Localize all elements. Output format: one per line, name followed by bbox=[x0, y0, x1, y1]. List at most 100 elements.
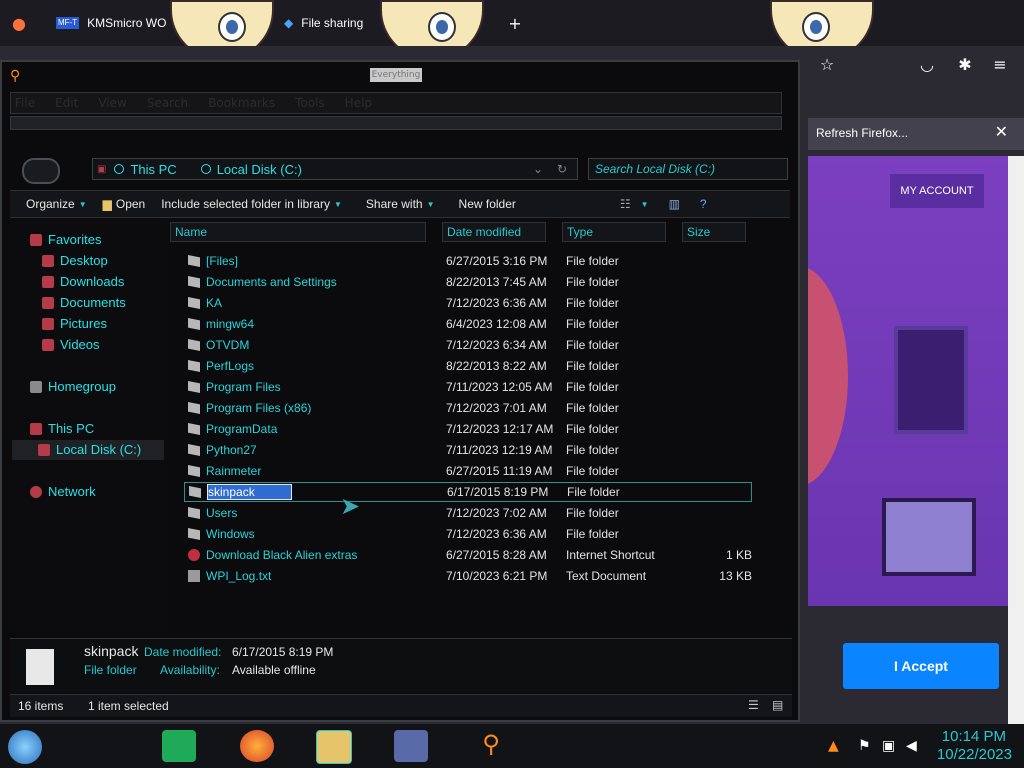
column-date-modified[interactable]: Date modified bbox=[442, 222, 546, 242]
drive-icon bbox=[38, 443, 50, 456]
help-icon[interactable]: ? bbox=[700, 197, 707, 211]
file-type: File folder bbox=[566, 275, 619, 289]
tray-app-icon[interactable]: ▲ bbox=[828, 738, 839, 754]
task-window-icon[interactable] bbox=[394, 730, 428, 762]
tab-label: File sharing bbox=[301, 16, 364, 30]
nav-desktop[interactable]: Desktop bbox=[42, 253, 108, 268]
my-account-button[interactable]: MY ACCOUNT bbox=[890, 174, 984, 208]
file-row[interactable]: Windows 7/12/2023 6:36 AM File folder bbox=[184, 524, 752, 544]
new-folder-button[interactable]: New folder bbox=[459, 197, 516, 211]
task-notes-icon[interactable] bbox=[162, 730, 196, 762]
nav-homegroup[interactable]: Homegroup bbox=[30, 379, 116, 394]
task-firefox-icon[interactable] bbox=[240, 730, 274, 762]
details-view-icon[interactable]: ☰ bbox=[748, 698, 759, 712]
file-date: 7/12/2023 7:02 AM bbox=[446, 506, 547, 520]
refresh-icon[interactable]: ↻ bbox=[557, 162, 567, 176]
details-date-value: 6/17/2015 8:19 PM bbox=[232, 645, 334, 659]
computer-icon: ▣ bbox=[97, 163, 107, 175]
file-row[interactable]: Rainmeter 6/27/2015 11:19 AM File folder bbox=[184, 461, 752, 481]
open-button[interactable]: ▆ Open bbox=[103, 197, 146, 211]
file-row[interactable]: Users 7/12/2023 7:02 AM File folder bbox=[184, 503, 752, 523]
chevron-down-icon[interactable]: ▼ bbox=[641, 200, 649, 209]
file-row[interactable]: mingw64 6/4/2023 12:08 AM File folder bbox=[184, 314, 752, 334]
file-row[interactable]: ProgramData 7/12/2023 12:17 AM File folder bbox=[184, 419, 752, 439]
extensions-icon[interactable]: ✱ bbox=[950, 49, 980, 79]
accept-button[interactable]: I Accept bbox=[843, 643, 999, 689]
file-row[interactable]: [Files] 6/27/2015 3:16 PM File folder bbox=[184, 251, 752, 271]
file-row[interactable]: Program Files 7/11/2023 12:05 AM File fold… bbox=[184, 377, 752, 397]
notification-text[interactable]: Refresh Firefox... bbox=[816, 126, 908, 140]
menu-view[interactable]: View bbox=[98, 96, 126, 110]
breadcrumb-this-pc[interactable]: This PC bbox=[130, 162, 176, 177]
start-button[interactable] bbox=[8, 730, 42, 764]
page-scrollbar[interactable] bbox=[1008, 156, 1024, 724]
file-row[interactable]: PerfLogs 8/22/2013 8:22 AM File folder bbox=[184, 356, 752, 376]
nav-label: This PC bbox=[48, 421, 95, 436]
preview-pane-icon[interactable]: ▥ bbox=[669, 197, 680, 211]
task-search-icon[interactable]: ⚲ bbox=[474, 730, 508, 762]
menu-help[interactable]: Help bbox=[345, 96, 372, 110]
file-type: File folder bbox=[566, 296, 619, 310]
new-tab-button[interactable]: + bbox=[500, 8, 530, 38]
volume-icon[interactable]: ◀ bbox=[906, 738, 917, 754]
include-library-button[interactable]: Include selected folder in library ▼ bbox=[161, 197, 342, 211]
close-icon[interactable]: ✕ bbox=[995, 122, 1008, 141]
rename-input[interactable]: skinpack bbox=[207, 484, 292, 500]
menu-file[interactable]: File bbox=[15, 96, 35, 110]
column-name[interactable]: Name bbox=[170, 222, 426, 242]
chevron-down-icon: ▼ bbox=[333, 199, 342, 209]
column-type[interactable]: Type bbox=[562, 222, 666, 242]
nav-local-disk[interactable]: Local Disk (C:) bbox=[38, 442, 141, 457]
everything-search-label[interactable]: Everything bbox=[370, 68, 422, 82]
tab-file-sharing[interactable]: ◆ File sharing bbox=[284, 8, 363, 38]
file-name: Documents and Settings bbox=[206, 275, 337, 289]
clock-time[interactable]: 10:14 PM bbox=[942, 728, 1006, 745]
view-options-icon[interactable]: ☷ bbox=[620, 197, 631, 211]
back-forward-button[interactable] bbox=[22, 158, 60, 184]
nav-network[interactable]: Network bbox=[30, 484, 96, 499]
nav-videos[interactable]: Videos bbox=[42, 337, 100, 352]
pocket-icon[interactable]: ◡ bbox=[912, 49, 942, 79]
clock-date[interactable]: 10/22/2023 bbox=[937, 746, 1012, 763]
nav-pictures[interactable]: Pictures bbox=[42, 316, 107, 331]
file-row[interactable]: Download Black Alien extras 6/27/2015 8:2… bbox=[184, 545, 752, 565]
task-explorer-icon[interactable] bbox=[316, 730, 352, 764]
nav-documents[interactable]: Documents bbox=[42, 295, 126, 310]
file-row[interactable]: WPI_Log.txt 7/10/2023 6:21 PM Text Documen… bbox=[184, 566, 752, 586]
share-with-button[interactable]: Share with ▼ bbox=[366, 197, 435, 211]
column-size[interactable]: Size bbox=[682, 222, 746, 242]
nav-downloads[interactable]: Downloads bbox=[42, 274, 124, 289]
menu-icon[interactable]: ≡ bbox=[985, 49, 1015, 79]
file-row[interactable]: Python27 7/11/2023 12:19 AM File folder bbox=[184, 440, 752, 460]
file-type: File folder bbox=[566, 443, 619, 457]
file-type: File folder bbox=[566, 338, 619, 352]
file-row-selected[interactable]: skinpack 6/17/2015 8:19 PM File folder bbox=[184, 482, 752, 502]
flag-icon[interactable]: ⚑ bbox=[858, 738, 871, 754]
tab-kmsmicro[interactable]: MF-T KMSmicro WO bbox=[56, 8, 166, 38]
breadcrumb-local-disk[interactable]: Local Disk (C:) bbox=[217, 162, 302, 177]
network-tray-icon[interactable]: ▣ bbox=[882, 738, 895, 754]
menu-bookmarks[interactable]: Bookmarks bbox=[208, 96, 275, 110]
menu-tools[interactable]: Tools bbox=[295, 96, 325, 110]
menu-edit[interactable]: Edit bbox=[55, 96, 78, 110]
search-everything-icon[interactable]: ⚲ bbox=[10, 68, 20, 84]
file-name: OTVDM bbox=[206, 338, 250, 352]
file-row[interactable]: KA 7/12/2023 6:36 AM File folder bbox=[184, 293, 752, 313]
organize-button[interactable]: Organize ▼ bbox=[26, 197, 87, 211]
nav-this-pc[interactable]: This PC bbox=[30, 421, 94, 436]
nav-label: Desktop bbox=[60, 253, 108, 268]
address-bar[interactable]: ▣ This PC Local Disk (C:) ⌄ ↻ bbox=[92, 158, 578, 180]
firefox-icon[interactable]: ● bbox=[4, 8, 34, 38]
nav-favorites[interactable]: Favorites bbox=[30, 232, 101, 247]
chevron-down-icon[interactable]: ⌄ bbox=[533, 162, 543, 176]
search-input[interactable]: Search Local Disk (C:) bbox=[588, 158, 788, 180]
internet-shortcut-icon bbox=[188, 549, 200, 561]
file-row[interactable]: OTVDM 7/12/2023 6:34 AM File folder bbox=[184, 335, 752, 355]
file-list: [Files] 6/27/2015 3:16 PM File folder Docu… bbox=[168, 250, 790, 630]
file-row[interactable]: Program Files (x86) 7/12/2023 7:01 AM File… bbox=[184, 398, 752, 418]
large-icons-view-icon[interactable]: ▤ bbox=[772, 698, 783, 712]
bookmark-star-icon[interactable]: ☆ bbox=[812, 49, 842, 79]
menu-search[interactable]: Search bbox=[147, 96, 188, 110]
file-row[interactable]: Documents and Settings 8/22/2013 7:45 AM F… bbox=[184, 272, 752, 292]
status-bar: 16 items 1 item selected ☰ ▤ bbox=[10, 694, 792, 717]
